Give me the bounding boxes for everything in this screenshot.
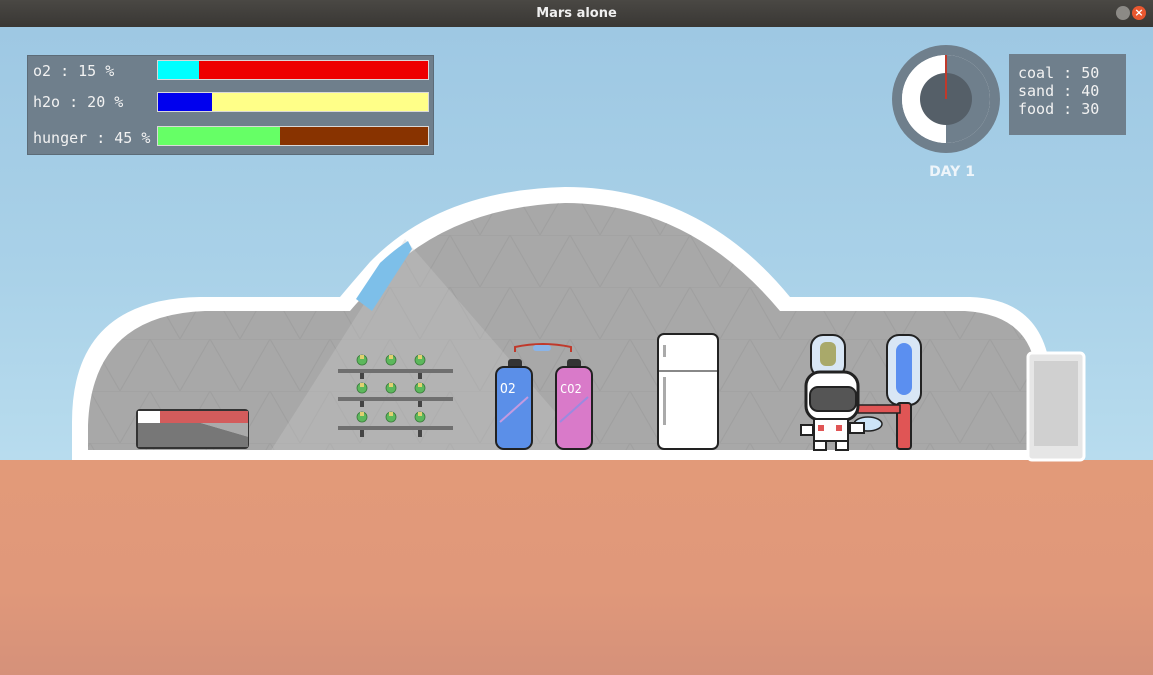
co2-tank-label: CO2 bbox=[560, 382, 582, 396]
o2-tank-label: O2 bbox=[500, 382, 516, 397]
hunger-bar bbox=[157, 126, 429, 146]
sand-count: sand : 40 bbox=[1018, 82, 1100, 100]
o2-bar-fill bbox=[158, 61, 199, 79]
day-clock-icon bbox=[892, 45, 1000, 153]
h2o-bar-fill bbox=[158, 93, 212, 111]
bed-icon[interactable] bbox=[136, 409, 249, 449]
resources-panel: coal : 50 sand : 40 food : 30 bbox=[1009, 54, 1126, 135]
o2-bar bbox=[157, 60, 429, 80]
h2o-label: h2o : 20 % bbox=[33, 93, 124, 111]
co2-tank-icon[interactable]: CO2 bbox=[555, 359, 593, 450]
game-scene: O2 CO2 o2: 15 % h2o: 20 % hunger: 45 … bbox=[0, 27, 1153, 675]
food-count: food : 30 bbox=[1018, 100, 1100, 118]
window-titlebar: Mars alone × bbox=[0, 0, 1153, 27]
fridge-icon[interactable] bbox=[657, 333, 719, 450]
h2o-bar bbox=[157, 92, 429, 112]
o2-label: o2 : 15 % bbox=[33, 62, 115, 80]
coal-count: coal : 50 bbox=[1018, 64, 1100, 82]
hunger-bar-fill bbox=[158, 127, 280, 145]
window-title: Mars alone bbox=[536, 6, 617, 21]
close-button[interactable]: × bbox=[1132, 6, 1146, 20]
minimize-button[interactable] bbox=[1116, 6, 1130, 20]
hunger-label: hunger : 45 % bbox=[33, 129, 151, 147]
vitals-panel: o2 : 15 % h2o : 20 % hunger : 45 % bbox=[27, 55, 434, 155]
day-label: DAY 1 bbox=[929, 164, 975, 180]
